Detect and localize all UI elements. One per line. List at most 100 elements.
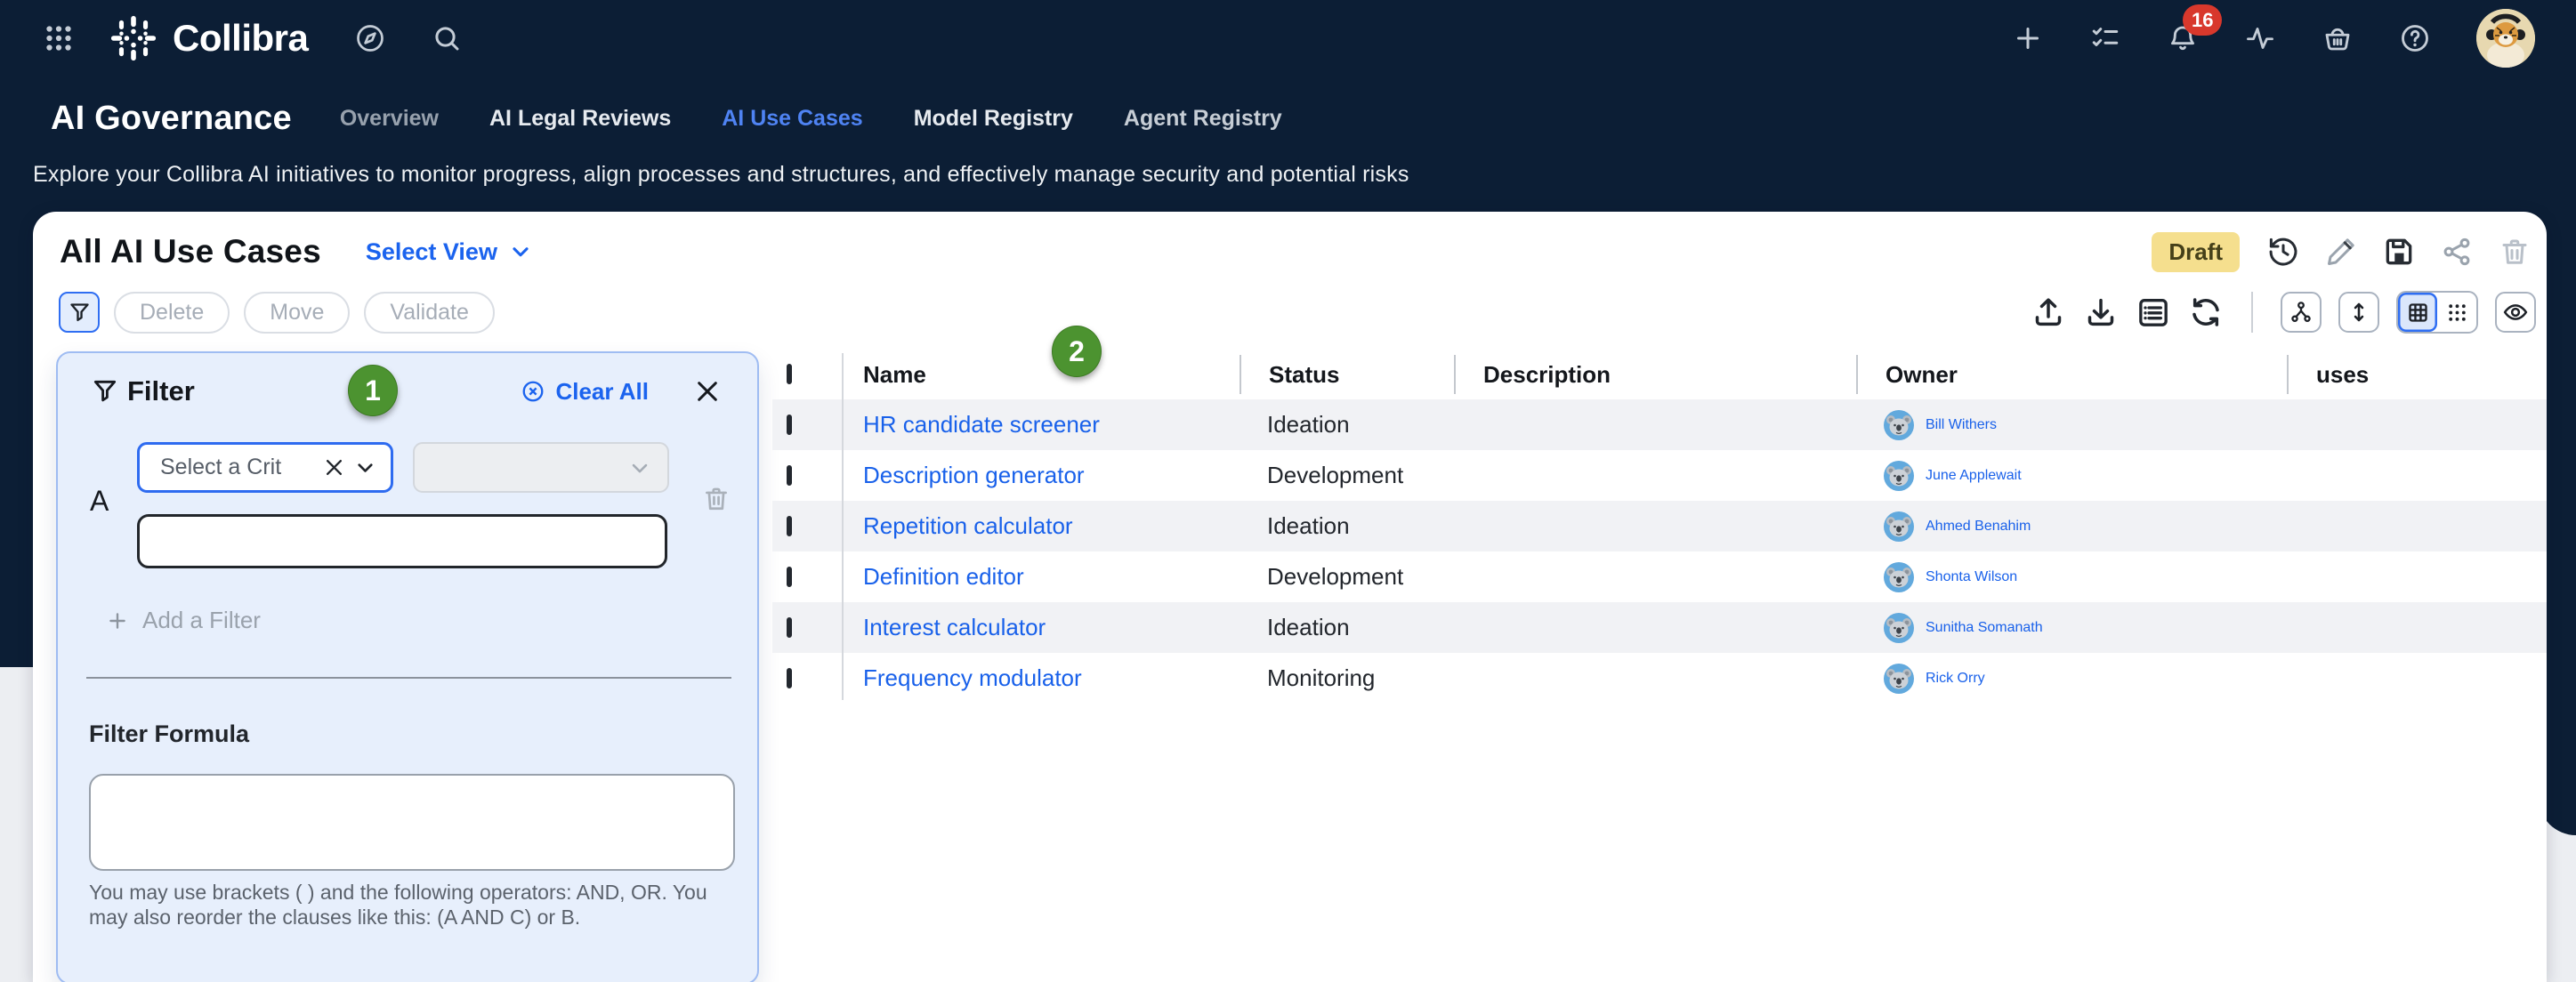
- content-card: All AI Use Cases Select View Draft: [33, 212, 2547, 982]
- activity-log-icon[interactable]: [2136, 294, 2171, 330]
- owner-link[interactable]: Sunitha Somanath: [1926, 620, 2043, 636]
- funnel-icon: [91, 377, 119, 406]
- row-checkbox[interactable]: [787, 516, 792, 536]
- column-header-status[interactable]: Status: [1240, 355, 1454, 394]
- filter-panel: Filter Clear All A Select a Crit: [56, 351, 759, 982]
- page-title: AI Governance: [51, 100, 292, 138]
- column-header-description[interactable]: Description: [1454, 355, 1856, 394]
- edit-pencil-icon[interactable]: [2323, 234, 2359, 270]
- filter-formula-label: Filter Formula: [89, 720, 249, 748]
- hierarchy-icon: [2289, 300, 2314, 325]
- notifications-bell-icon[interactable]: 16: [2167, 22, 2199, 54]
- tab-agent-registry[interactable]: Agent Registry: [1124, 106, 1282, 132]
- brand-wordmark: Collibra: [173, 17, 308, 60]
- help-icon[interactable]: [2399, 22, 2431, 54]
- owner-link[interactable]: Bill Withers: [1926, 417, 1997, 433]
- tile-view-button[interactable]: [2437, 293, 2476, 332]
- user-avatar[interactable]: [2476, 9, 2535, 68]
- vertical-arrows-icon: [2346, 300, 2371, 325]
- owner-link[interactable]: Ahmed Benahim: [1926, 519, 2031, 535]
- share-icon[interactable]: [2439, 234, 2475, 270]
- trash-icon[interactable]: [2497, 234, 2532, 270]
- owner-avatar-icon: [1884, 664, 1914, 694]
- filter-formula-help-text: You may use brackets ( ) and the followi…: [89, 880, 749, 930]
- table-grid-icon: [2406, 301, 2430, 325]
- preview-eye-button[interactable]: [2495, 292, 2536, 333]
- governance-header: AI Governance Overview AI Legal Reviews …: [51, 87, 1282, 149]
- table-header-row: Name Status Description Owner uses: [772, 350, 2547, 399]
- tasks-checklist-icon[interactable]: [2089, 22, 2121, 54]
- filter-formula-textarea[interactable]: [89, 774, 735, 871]
- hierarchy-view-button[interactable]: [2281, 292, 2322, 333]
- table-row: HR candidate screener Ideation Bill With…: [772, 399, 2547, 450]
- row-checkbox[interactable]: [787, 668, 792, 688]
- row-height-button[interactable]: [2338, 292, 2379, 333]
- search-icon[interactable]: [431, 22, 463, 54]
- tab-ai-legal-reviews[interactable]: AI Legal Reviews: [489, 106, 671, 132]
- table-view-button[interactable]: [2398, 293, 2437, 332]
- remove-clause-trash-icon[interactable]: [701, 484, 731, 518]
- column-header-uses[interactable]: uses: [2287, 355, 2547, 394]
- filter-value-input[interactable]: [137, 514, 667, 568]
- table-toolbar: Delete Move Validate: [59, 291, 2536, 334]
- tab-overview[interactable]: Overview: [340, 106, 439, 132]
- clear-x-icon[interactable]: [322, 455, 346, 479]
- marketplace-basket-icon[interactable]: [2322, 22, 2354, 54]
- download-icon[interactable]: [2083, 294, 2119, 330]
- collibra-brand[interactable]: Collibra: [109, 13, 308, 63]
- row-checkbox[interactable]: [787, 465, 792, 486]
- move-button[interactable]: Move: [244, 292, 350, 334]
- select-view-dropdown[interactable]: Select View: [366, 238, 532, 266]
- create-plus-icon[interactable]: [2012, 22, 2044, 54]
- tab-model-registry[interactable]: Model Registry: [914, 106, 1073, 132]
- toolbar-divider: [2251, 292, 2253, 333]
- tab-ai-use-cases[interactable]: AI Use Cases: [722, 106, 862, 132]
- clear-all-button[interactable]: Clear All: [521, 378, 649, 406]
- notification-count-badge: 16: [2183, 4, 2222, 36]
- upload-icon[interactable]: [2031, 294, 2066, 330]
- add-filter-button[interactable]: Add a Filter: [106, 607, 261, 634]
- use-case-link[interactable]: Interest calculator: [863, 614, 1046, 640]
- validate-button[interactable]: Validate: [364, 292, 495, 334]
- criteria-select[interactable]: Select a Crit: [137, 442, 393, 493]
- close-icon[interactable]: [693, 377, 722, 406]
- column-header-owner[interactable]: Owner: [1856, 355, 2287, 394]
- status-badge: Draft: [2152, 232, 2240, 272]
- row-checkbox[interactable]: [787, 617, 792, 638]
- chevron-down-icon: [627, 455, 652, 480]
- row-checkbox[interactable]: [787, 415, 792, 435]
- page-subtitle: Explore your Collibra AI initiatives to …: [33, 162, 1409, 188]
- history-icon[interactable]: [2265, 234, 2301, 270]
- status-cell: Ideation: [1240, 411, 1454, 439]
- use-case-link[interactable]: Repetition calculator: [863, 512, 1073, 539]
- table-row: Description generator Development June A…: [772, 450, 2547, 501]
- status-cell: Development: [1240, 563, 1454, 591]
- chevron-down-icon: [353, 455, 377, 479]
- app-launcher-grid-icon[interactable]: [43, 22, 75, 54]
- owner-link[interactable]: June Applewait: [1926, 468, 2022, 484]
- save-icon[interactable]: [2381, 234, 2417, 270]
- row-checkbox[interactable]: [787, 567, 792, 587]
- dots-grid-icon: [2445, 301, 2469, 325]
- view-title-row: All AI Use Cases Select View Draft: [60, 226, 2532, 278]
- select-all-checkbox[interactable]: [787, 364, 792, 384]
- filter-toggle-button[interactable]: [59, 292, 100, 333]
- refresh-icon[interactable]: [2188, 294, 2224, 330]
- use-case-link[interactable]: Frequency modulator: [863, 664, 1082, 691]
- column-header-name[interactable]: Name: [842, 355, 1240, 394]
- owner-link[interactable]: Shonta Wilson: [1926, 569, 2017, 585]
- owner-link[interactable]: Rick Orry: [1926, 671, 1985, 687]
- explore-compass-icon[interactable]: [354, 22, 386, 54]
- use-case-link[interactable]: Definition editor: [863, 563, 1024, 590]
- panel-divider: [86, 677, 731, 679]
- clear-all-label: Clear All: [555, 378, 649, 406]
- use-case-link[interactable]: HR candidate screener: [863, 411, 1100, 438]
- plus-icon: [106, 609, 129, 632]
- owner-avatar-icon: [1884, 613, 1914, 643]
- owner-avatar-icon: [1884, 511, 1914, 542]
- delete-button[interactable]: Delete: [114, 292, 230, 334]
- filter-panel-title: Filter: [127, 375, 195, 407]
- activity-pulse-icon[interactable]: [2244, 22, 2276, 54]
- clear-circle-icon: [521, 379, 545, 404]
- use-case-link[interactable]: Description generator: [863, 462, 1085, 488]
